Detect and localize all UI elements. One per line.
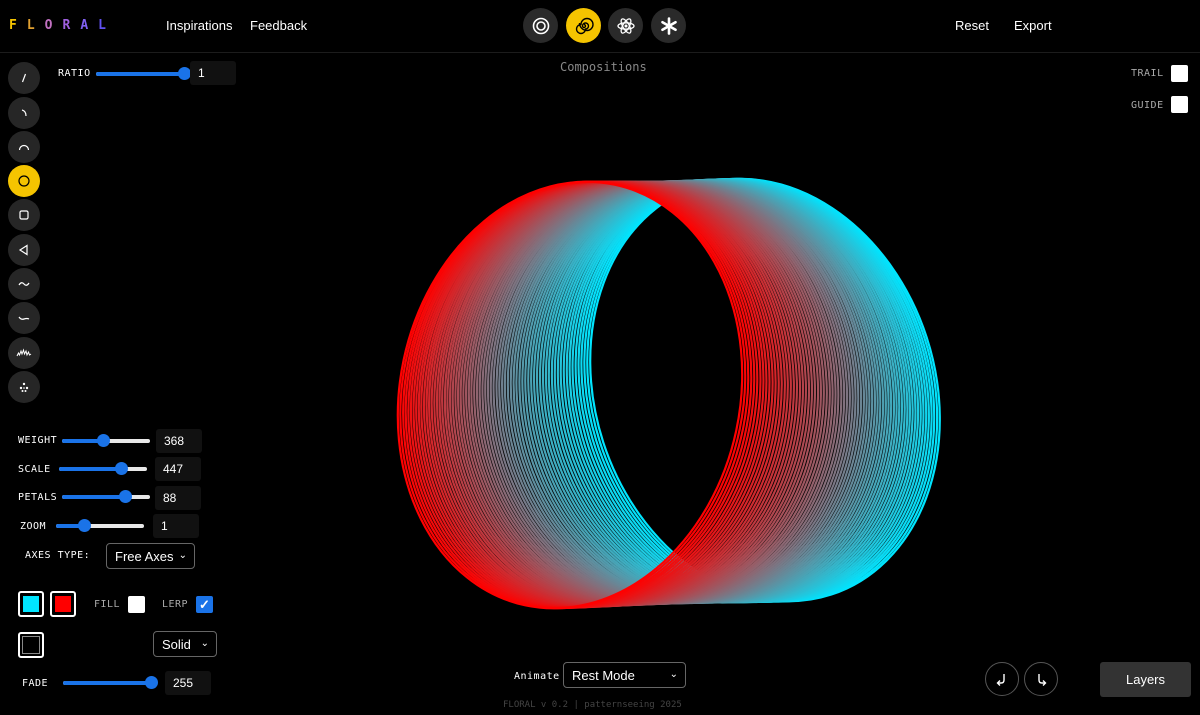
asterisk-icon — [660, 16, 677, 35]
petals-value-input[interactable]: 88 — [155, 486, 201, 510]
pattern-canvas[interactable] — [360, 150, 960, 640]
layers-button[interactable]: Layers — [1100, 662, 1191, 697]
scale-value-input[interactable]: 447 — [155, 457, 201, 481]
logo-letter: F — [9, 18, 27, 33]
line-style-select[interactable]: Solid ⌄ — [153, 631, 217, 657]
fill-checkbox[interactable] — [128, 596, 145, 613]
nav-feedback[interactable]: Feedback — [250, 18, 307, 33]
lerp-checkbox[interactable]: ✓ — [196, 596, 213, 613]
secondary-color-swatch[interactable] — [50, 591, 76, 617]
animate-label: Animate — [514, 671, 560, 682]
app-logo[interactable]: FLORAL — [9, 18, 116, 33]
axes-type-label: AXES TYPE: — [25, 550, 91, 561]
version-footer: FLORAL v 0.2 | patternseeing 2025 — [503, 700, 682, 710]
line-icon — [21, 73, 27, 83]
logo-letter: R — [62, 18, 81, 33]
guide-checkbox[interactable] — [1171, 96, 1188, 113]
undo-arrow-icon — [996, 674, 1005, 686]
animate-mode-value: Rest Mode — [572, 668, 635, 683]
chevron-down-icon: ⌄ — [178, 550, 187, 561]
concentric-circles-icon — [532, 17, 549, 34]
fade-value-input[interactable]: 255 — [165, 671, 211, 695]
logo-letter: L — [98, 18, 116, 33]
axes-type-value: Free Axes — [115, 549, 174, 564]
tool-line-button[interactable] — [8, 62, 40, 94]
scale-label: SCALE — [18, 464, 51, 475]
ratio-slider[interactable] — [96, 67, 191, 81]
fill-label: FILL — [94, 599, 121, 610]
mode-atom-button[interactable] — [608, 8, 643, 43]
top-bar: FLORAL Inspirations Feedback Reset Expor… — [0, 0, 1200, 53]
slider-thumb[interactable] — [145, 676, 158, 689]
mode-asterisk-button[interactable] — [651, 8, 686, 43]
slider-thumb[interactable] — [78, 519, 92, 532]
redo-arrow-icon — [1038, 674, 1047, 686]
export-button[interactable]: Export — [1014, 18, 1052, 33]
square-icon — [19, 210, 29, 220]
slider-thumb[interactable] — [115, 462, 129, 475]
zoom-value-input[interactable]: 1 — [153, 514, 199, 538]
redo-button[interactable] — [1024, 662, 1058, 696]
sine-wave-icon — [18, 282, 30, 286]
tool-square-button[interactable] — [8, 199, 40, 231]
weight-slider[interactable] — [62, 434, 150, 448]
zoom-label: ZOOM — [20, 521, 47, 532]
fade-slider[interactable] — [63, 676, 158, 690]
trail-checkbox[interactable] — [1171, 65, 1188, 82]
spiral-icon — [575, 17, 594, 34]
axes-type-select[interactable]: Free Axes ⌄ — [106, 543, 195, 569]
mode-spiral-button[interactable] — [566, 8, 601, 43]
tool-circle-button[interactable] — [8, 165, 40, 197]
tool-short-arc-button[interactable] — [8, 97, 40, 129]
animate-mode-select[interactable]: Rest Mode ⌄ — [563, 662, 686, 688]
nav-inspirations[interactable]: Inspirations — [166, 18, 232, 33]
weight-label: WEIGHT — [18, 435, 58, 446]
tool-arc-button[interactable] — [8, 131, 40, 163]
primary-color-fill — [22, 595, 40, 613]
curve-icon — [18, 316, 30, 320]
chevron-down-icon: ⌄ — [200, 638, 209, 649]
atom-icon — [616, 17, 635, 34]
triangle-icon — [18, 244, 28, 256]
trail-label: TRAIL — [1131, 68, 1164, 79]
short-arc-icon — [21, 109, 27, 117]
canvas-title: Compositions — [560, 60, 647, 74]
circle-icon — [18, 175, 30, 187]
floral-app: FLORAL Inspirations Feedback Reset Expor… — [0, 0, 1200, 715]
scale-slider[interactable] — [59, 462, 147, 476]
mode-concentric-button[interactable] — [523, 8, 558, 43]
stroke-color-swatch[interactable] — [18, 632, 44, 658]
tool-triangle-button[interactable] — [8, 234, 40, 266]
tool-sparkle-button[interactable] — [8, 371, 40, 403]
slider-thumb[interactable] — [97, 434, 111, 447]
line-style-value: Solid — [162, 637, 191, 652]
fade-label: FADE — [22, 678, 49, 689]
ratio-value-input[interactable]: 1 — [190, 61, 236, 85]
checkmark-icon: ✓ — [199, 597, 210, 612]
stroke-color-fill — [22, 636, 40, 654]
weight-value-input[interactable]: 368 — [156, 429, 202, 453]
logo-letter: O — [44, 18, 63, 33]
zoom-slider[interactable] — [56, 519, 144, 533]
petals-slider[interactable] — [62, 490, 150, 504]
primary-color-swatch[interactable] — [18, 591, 44, 617]
petals-label: PETALS — [18, 492, 58, 503]
ratio-label: RATIO — [58, 68, 91, 79]
reset-button[interactable]: Reset — [955, 18, 989, 33]
guide-label: GUIDE — [1131, 100, 1164, 111]
sparkle-icon — [19, 382, 29, 392]
secondary-color-fill — [54, 595, 72, 613]
chevron-down-icon: ⌄ — [669, 669, 678, 680]
lerp-label: LERP — [162, 599, 189, 610]
tool-sine-button[interactable] — [8, 268, 40, 300]
tool-curve-button[interactable] — [8, 302, 40, 334]
undo-button[interactable] — [985, 662, 1019, 696]
arc-icon — [18, 144, 30, 151]
zigzag-icon — [16, 348, 32, 357]
slider-thumb[interactable] — [119, 490, 133, 503]
logo-letter: L — [26, 18, 45, 33]
logo-letter: A — [80, 18, 99, 33]
tool-zigzag-button[interactable] — [8, 337, 40, 369]
